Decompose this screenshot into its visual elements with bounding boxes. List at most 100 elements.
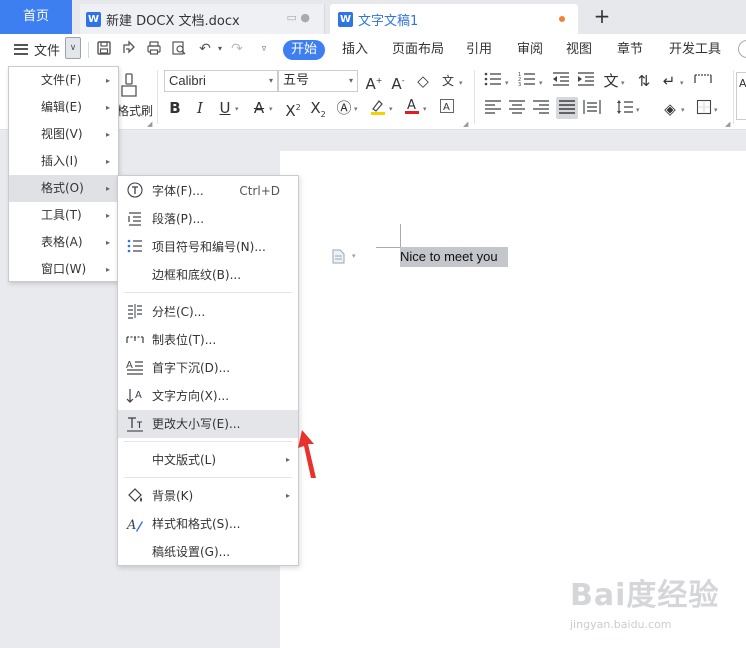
paragraph-handle-icon[interactable] bbox=[332, 249, 346, 265]
save-icon[interactable] bbox=[95, 40, 113, 58]
menu-item-columns[interactable]: 分栏(C)... bbox=[118, 298, 298, 326]
menu-item-file[interactable]: 文件(F) ▸ bbox=[9, 67, 118, 94]
submenu-arrow-icon: ▸ bbox=[105, 265, 110, 274]
borders-icon[interactable] bbox=[694, 99, 714, 119]
dropdown-caret-icon[interactable]: ▾ bbox=[235, 105, 239, 113]
italic-icon[interactable]: I bbox=[190, 98, 210, 118]
dropdown-caret-icon[interactable]: ▾ bbox=[621, 79, 625, 87]
chinese-layout-icon[interactable]: 文 bbox=[601, 71, 621, 91]
chevron-down-icon[interactable]: ∨ bbox=[65, 37, 81, 59]
styles-gallery[interactable]: A bbox=[736, 72, 746, 120]
dropdown-caret-icon[interactable]: ▾ bbox=[714, 106, 718, 114]
strikethrough-icon[interactable]: A bbox=[249, 98, 269, 118]
tab-controls-icon[interactable]: ▭ ● bbox=[287, 11, 311, 24]
undo-dropdown-icon[interactable]: ▾ bbox=[211, 40, 229, 58]
shading-icon[interactable]: ◈ bbox=[660, 99, 680, 119]
align-center-icon[interactable] bbox=[507, 99, 527, 119]
dropdown-caret-icon[interactable]: ▾ bbox=[352, 252, 356, 260]
tab-document-1[interactable]: W 新建 DOCX 文档.docx ▭ ● bbox=[80, 4, 325, 34]
font-size-select[interactable]: 五号 ▾ bbox=[278, 70, 358, 92]
dropdown-caret-icon[interactable]: ▾ bbox=[269, 105, 273, 113]
numbered-list-icon[interactable]: 123 bbox=[517, 71, 537, 91]
menu-item-text-direction[interactable]: A 文字方向(X)... bbox=[118, 382, 298, 410]
expand-group-icon[interactable]: ◢ bbox=[463, 120, 468, 128]
tab-review[interactable]: 审阅 bbox=[517, 40, 543, 60]
distributed-align-icon[interactable] bbox=[582, 99, 602, 119]
menu-item-paragraph[interactable]: 段落(P)... bbox=[118, 205, 298, 233]
justify-icon[interactable] bbox=[557, 99, 577, 119]
selected-text[interactable]: Nice to meet you bbox=[400, 247, 508, 267]
tab-references[interactable]: 引用 bbox=[466, 40, 492, 60]
tab-home-ribbon[interactable]: 开始 bbox=[283, 40, 326, 60]
tab-view[interactable]: 视图 bbox=[566, 40, 592, 60]
menu-item-table[interactable]: 表格(A) ▸ bbox=[9, 229, 118, 256]
menu-item-insert[interactable]: 插入(I) ▸ bbox=[9, 148, 118, 175]
dropdown-caret-icon[interactable]: ▾ bbox=[539, 79, 543, 87]
output-icon[interactable] bbox=[120, 40, 138, 58]
print-icon[interactable] bbox=[145, 40, 163, 58]
expand-group-icon[interactable]: ◢ bbox=[147, 120, 152, 128]
menu-item-font[interactable]: 字体(F)... Ctrl+D bbox=[118, 177, 298, 205]
sort-icon[interactable]: ⇅ bbox=[634, 71, 654, 91]
menu-item-manuscript-settings[interactable]: 稿纸设置(G)... bbox=[118, 538, 298, 566]
customize-toolbar-icon[interactable]: ▿ bbox=[255, 40, 273, 58]
dropdown-caret-icon[interactable]: ▾ bbox=[459, 79, 463, 87]
bold-icon[interactable]: B bbox=[165, 98, 185, 118]
dropdown-caret-icon[interactable]: ▾ bbox=[354, 105, 358, 113]
menu-item-drop-cap[interactable]: A 首字下沉(D)... bbox=[118, 354, 298, 382]
shrink-font-icon[interactable]: A- bbox=[388, 71, 408, 93]
decrease-indent-icon[interactable] bbox=[551, 71, 571, 91]
file-menu-button[interactable]: 文件 bbox=[14, 38, 60, 60]
menu-item-tools[interactable]: 工具(T) ▸ bbox=[9, 202, 118, 229]
redo-icon[interactable]: ↷ bbox=[228, 40, 246, 58]
bullet-list-icon[interactable] bbox=[483, 71, 503, 91]
new-tab-button[interactable]: + bbox=[590, 4, 614, 30]
line-spacing-icon[interactable] bbox=[615, 99, 635, 119]
font-color-icon[interactable]: A bbox=[402, 96, 422, 116]
dropdown-caret-icon[interactable]: ▾ bbox=[389, 105, 393, 113]
text-effect-icon[interactable]: Ⓐ bbox=[334, 98, 354, 118]
superscript-icon[interactable]: X2 bbox=[283, 98, 303, 120]
drop-cap-icon: A bbox=[126, 359, 144, 377]
dropdown-caret-icon[interactable]: ▾ bbox=[423, 105, 427, 113]
tab-document-2[interactable]: W 文字文稿1 bbox=[330, 4, 578, 34]
menu-item-format[interactable]: 格式(O) ▸ bbox=[9, 175, 118, 202]
print-preview-icon[interactable] bbox=[170, 40, 188, 58]
menu-item-bullets-numbering[interactable]: 项目符号和编号(N)... bbox=[118, 233, 298, 261]
dropdown-caret-icon[interactable]: ▾ bbox=[505, 79, 509, 87]
menu-item-styles-formatting[interactable]: A 样式和格式(S)... bbox=[118, 510, 298, 538]
menu-item-tab-stops[interactable]: 制表位(T)... bbox=[118, 326, 298, 354]
menu-item-chinese-layout[interactable]: 中文版式(L) ▸ bbox=[118, 446, 298, 474]
underline-icon[interactable]: U bbox=[215, 98, 235, 118]
align-right-icon[interactable] bbox=[531, 99, 551, 119]
tab-insert[interactable]: 插入 bbox=[342, 40, 368, 60]
character-border-icon[interactable]: A bbox=[437, 98, 457, 118]
show-marks-icon[interactable]: ↵ bbox=[659, 71, 679, 91]
subscript-icon[interactable]: X2 bbox=[308, 98, 328, 119]
menu-item-window[interactable]: 窗口(W) ▸ bbox=[9, 256, 118, 283]
menu-item-view[interactable]: 视图(V) ▸ bbox=[9, 121, 118, 148]
menu-item-borders-shading[interactable]: 边框和底纹(B)... bbox=[118, 261, 298, 289]
expand-group-icon[interactable]: ◢ bbox=[725, 120, 730, 128]
account-icon[interactable] bbox=[738, 40, 746, 58]
highlight-color-icon[interactable] bbox=[368, 98, 388, 118]
menu-item-change-case[interactable]: 更改大小写(E)... bbox=[118, 410, 298, 438]
tab-chapter[interactable]: 章节 bbox=[617, 40, 643, 60]
tab-page-layout[interactable]: 页面布局 bbox=[392, 40, 444, 60]
clear-format-icon[interactable]: ◇ bbox=[413, 71, 433, 91]
tab-leader-icon[interactable] bbox=[693, 71, 713, 91]
align-left-icon[interactable] bbox=[483, 99, 503, 119]
dropdown-caret-icon[interactable]: ▾ bbox=[681, 106, 685, 114]
tab-home[interactable]: 首页 bbox=[0, 0, 72, 34]
font-family-select[interactable]: Calibri ▾ bbox=[164, 70, 278, 92]
menu-item-background[interactable]: 背景(K) ▸ bbox=[118, 482, 298, 510]
dropdown-caret-icon[interactable]: ▾ bbox=[680, 79, 684, 87]
tab-developer[interactable]: 开发工具 bbox=[669, 40, 721, 60]
phonetic-guide-icon[interactable]: 文 bbox=[438, 71, 458, 91]
dropdown-caret-icon[interactable]: ▾ bbox=[636, 106, 640, 114]
grow-font-icon[interactable]: A+ bbox=[364, 71, 384, 93]
increase-indent-icon[interactable] bbox=[576, 71, 596, 91]
format-painter-label[interactable]: 格式刷 bbox=[117, 102, 153, 119]
format-painter-icon[interactable] bbox=[120, 72, 138, 98]
menu-item-edit[interactable]: 编辑(E) ▸ bbox=[9, 94, 118, 121]
